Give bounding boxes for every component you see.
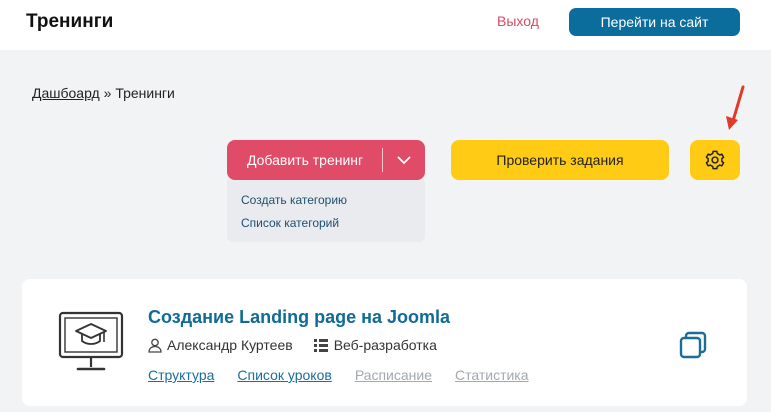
logout-link[interactable]: Выход (497, 13, 539, 29)
training-links: Структура Список уроков Расписание Стати… (148, 367, 552, 383)
training-category: Веб-разработка (333, 337, 437, 353)
check-tasks-button[interactable]: Проверить задания (451, 140, 669, 180)
link-schedule[interactable]: Расписание (355, 367, 432, 383)
red-arrow-annotation (726, 85, 745, 130)
dropdown-item-category-list[interactable]: Список категорий (241, 212, 425, 235)
settings-button[interactable] (690, 140, 740, 180)
go-to-site-button[interactable]: Перейти на сайт (569, 8, 740, 36)
breadcrumb-current: Тренинги (115, 85, 175, 101)
breadcrumb: Дашбоард » Тренинги (32, 85, 175, 101)
breadcrumb-home-link[interactable]: Дашбоард (32, 85, 100, 101)
page-title: Тренинги (26, 11, 114, 32)
copy-icon[interactable] (679, 331, 707, 359)
training-author: Александр Куртеев (167, 337, 293, 353)
training-card: Создание Landing page на Joomla Александ… (22, 279, 747, 406)
dropdown-item-create-category[interactable]: Создать категорию (241, 189, 425, 212)
breadcrumb-separator: » (99, 85, 116, 101)
add-training-button[interactable]: Добавить тренинг (227, 140, 425, 180)
training-title[interactable]: Создание Landing page на Joomla (148, 307, 450, 328)
link-lesson-list[interactable]: Список уроков (237, 367, 331, 383)
list-icon (313, 338, 328, 352)
chevron-down-icon[interactable] (383, 155, 425, 165)
training-meta: Александр Куртеев Веб-разработка (148, 337, 437, 353)
link-structure[interactable]: Структура (148, 367, 214, 383)
training-monitor-icon (58, 311, 124, 371)
user-icon (148, 338, 162, 353)
link-statistics[interactable]: Статистика (455, 367, 529, 383)
add-training-label: Добавить тренинг (247, 152, 364, 168)
top-bar: Тренинги Выход Перейти на сайт (0, 0, 771, 50)
add-training-dropdown: Создать категорию Список категорий (227, 180, 425, 242)
gear-icon (705, 150, 725, 170)
